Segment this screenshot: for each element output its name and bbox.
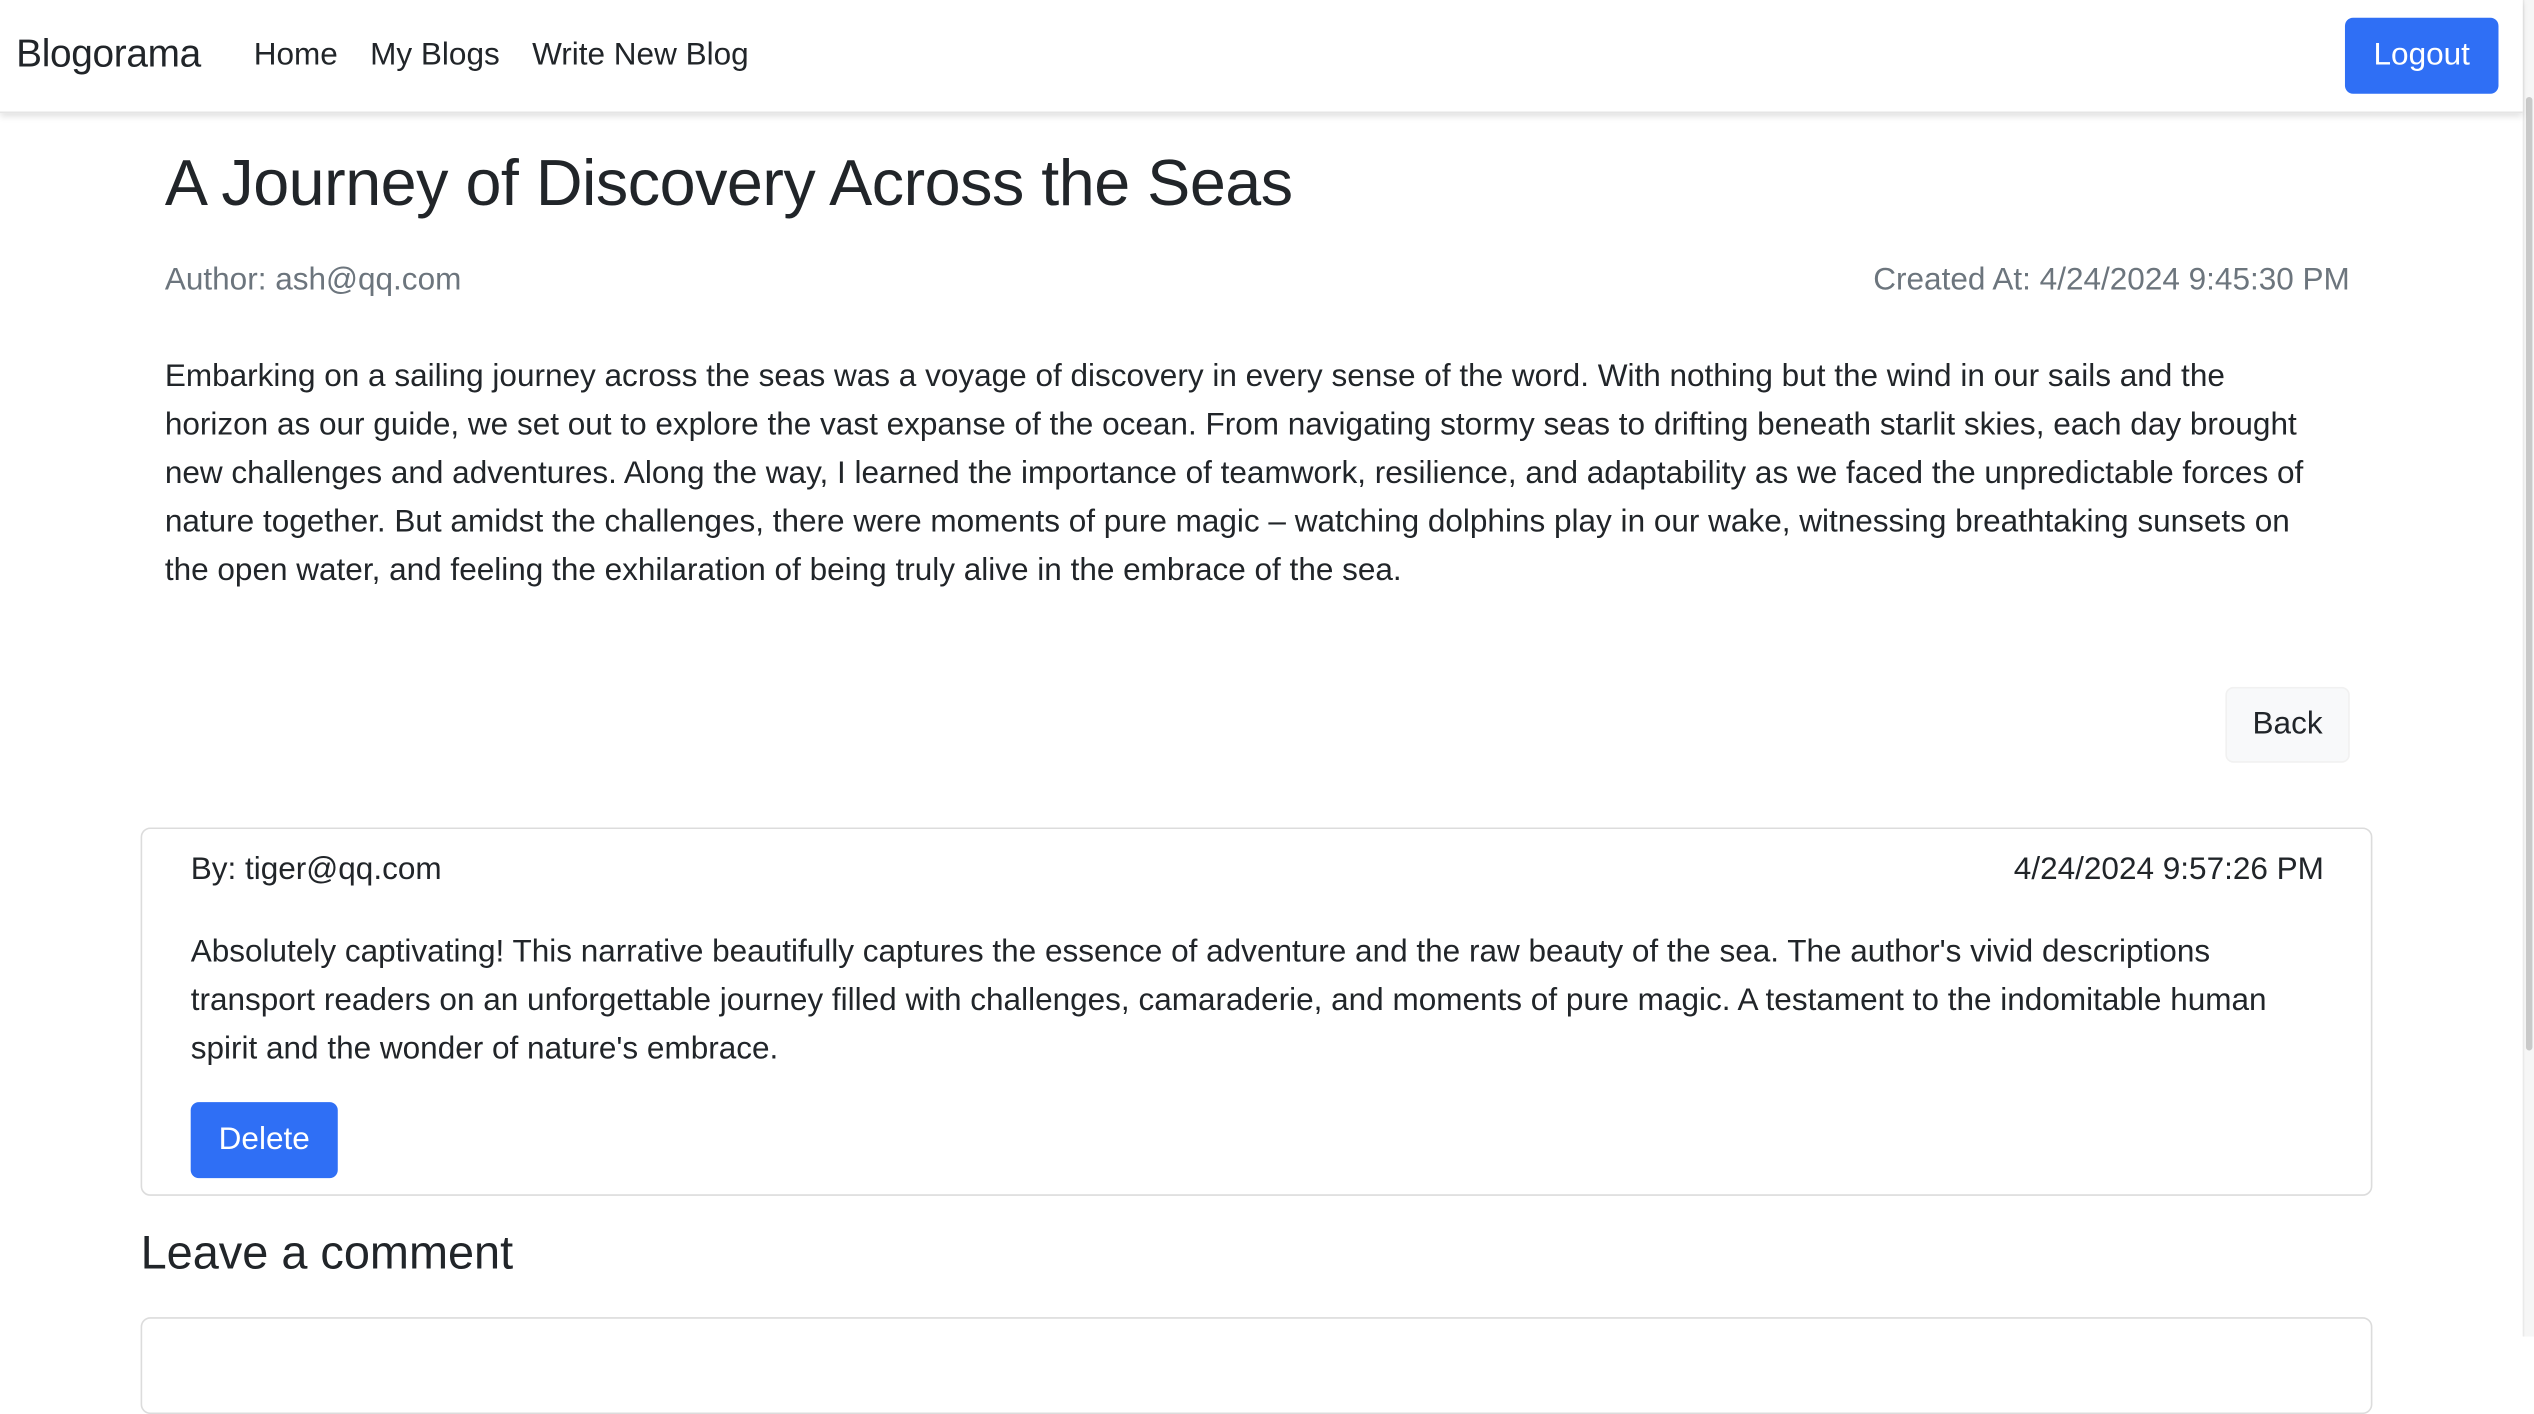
comment-text: Absolutely captivating! This narrative b… <box>190 934 2267 1067</box>
post-created-at: Created At: 4/24/2024 9:45:30 PM <box>1873 261 2350 298</box>
post-title: A Journey of Discovery Across the Seas <box>164 148 1293 220</box>
brand-link[interactable]: Blogorama <box>16 32 201 77</box>
post-body: Embarking on a sailing journey across th… <box>164 358 2304 589</box>
comment-input[interactable] <box>140 1317 2373 1414</box>
nav-links: Home My Blogs Write New Blog <box>254 37 749 74</box>
nav-link-my-blogs[interactable]: My Blogs <box>370 37 500 74</box>
page: Blogorama Home My Blogs Write New Blog L… <box>0 0 2534 1414</box>
back-button[interactable]: Back <box>2225 686 2350 763</box>
scrollbar-thumb[interactable] <box>2525 96 2533 1051</box>
leave-comment-heading: Leave a comment <box>140 1228 514 1280</box>
nav-link-home[interactable]: Home <box>254 37 338 74</box>
navbar: Blogorama Home My Blogs Write New Blog L… <box>0 0 2523 114</box>
post-author: Author: ash@qq.com <box>164 261 462 298</box>
scrollbar[interactable] <box>2522 0 2534 1337</box>
delete-comment-button[interactable]: Delete <box>190 1102 338 1179</box>
comment-timestamp: 4/24/2024 9:57:26 PM <box>2013 851 2324 888</box>
post-meta: Author: ash@qq.com Created At: 4/24/2024… <box>165 262 2350 299</box>
comment-card: By: tiger@qq.com 4/24/2024 9:57:26 PM Ab… <box>140 827 2373 1196</box>
nav-link-write-new-blog[interactable]: Write New Blog <box>532 37 749 74</box>
logout-button[interactable]: Logout <box>2344 17 2499 94</box>
comment-author: By: tiger@qq.com <box>190 851 442 888</box>
comment-header: By: tiger@qq.com 4/24/2024 9:57:26 PM <box>191 852 2324 889</box>
